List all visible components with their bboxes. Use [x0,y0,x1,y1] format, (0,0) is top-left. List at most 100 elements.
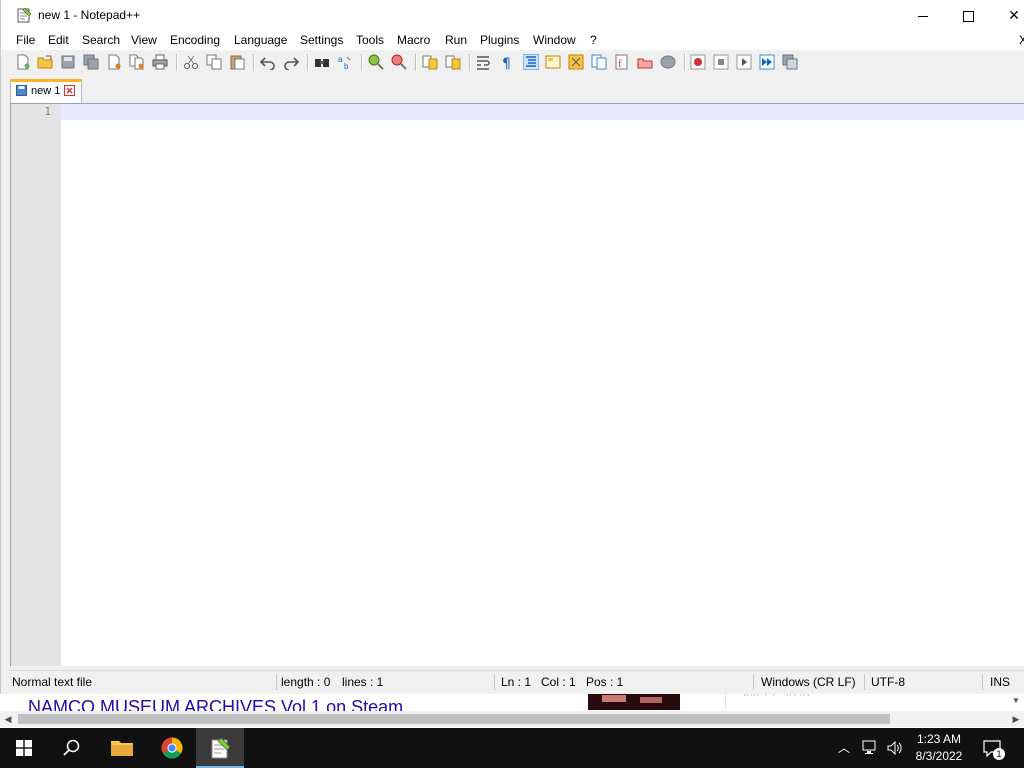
menu-language[interactable]: Language [234,33,287,47]
folder-as-workspace-icon[interactable]: f [614,54,630,70]
playback-macro-icon[interactable] [736,54,752,70]
background-link[interactable]: NAMCO MUSEUM ARCHIVES Vol 1 on Steam [28,697,403,711]
menu-run[interactable]: Run [445,33,467,47]
close-file-icon[interactable] [106,54,122,70]
network-icon[interactable] [862,739,880,757]
window-title: new 1 - Notepad++ [38,8,141,22]
record-macro-icon[interactable] [690,54,706,70]
redo-icon[interactable] [283,54,299,70]
status-position: Pos : 1 [586,675,624,689]
user-defined-language-icon[interactable] [545,54,561,70]
scrollbar-thumb[interactable] [18,714,890,724]
system-clock[interactable]: 1:23 AM 8/3/2022 [910,731,968,765]
close-button[interactable]: ✕ [991,0,1024,31]
cut-icon[interactable] [183,54,199,70]
tab-label: new 1 [31,85,61,97]
menu-window[interactable]: Window [533,33,576,47]
status-separator [864,674,865,690]
status-separator [753,674,754,690]
show-hidden-icons-icon[interactable]: ︿ [838,739,850,756]
taskbar: ︿ 1:23 AM 8/3/2022 1 [0,728,1024,768]
line-number: 1 [44,105,51,118]
scroll-right-arrow-icon[interactable]: ▶ [1008,711,1024,727]
menu-view[interactable]: View [131,33,157,47]
clock-date: 8/3/2022 [915,749,963,763]
paste-icon[interactable] [229,54,245,70]
status-insert-mode[interactable]: INS [990,671,1010,693]
toolbar-separator [415,54,417,71]
status-eol-format[interactable]: Windows (CR LF) [761,671,856,693]
editor-area[interactable]: 1 [10,103,1024,666]
open-file-icon[interactable] [37,54,53,70]
tab-close-icon[interactable] [64,85,75,96]
indent-guide-icon[interactable] [523,54,539,70]
stop-recording-icon[interactable] [713,54,729,70]
close-document-icon[interactable]: X [1019,33,1024,47]
sync-horizontal-icon[interactable] [445,54,461,70]
status-line: Ln : 1 [501,675,532,689]
toolbar-separator [469,54,471,71]
toolbar-separator [176,54,178,71]
notepadpp-icon [211,737,231,759]
copy-icon[interactable] [206,54,222,70]
document-map-icon[interactable] [568,54,584,70]
zoom-out-icon[interactable] [391,54,407,70]
undo-icon[interactable] [260,54,276,70]
notepadpp-window: new 1 - Notepad++ ✕ File Edit Search Vie… [0,0,1024,694]
menu-macro[interactable]: Macro [397,33,430,47]
scroll-left-arrow-icon[interactable]: ◀ [0,711,16,727]
close-icon: ✕ [1008,7,1020,23]
file-explorer-button[interactable] [98,728,146,768]
menu-encoding[interactable]: Encoding [170,33,220,47]
start-button[interactable] [0,728,48,768]
word-wrap-icon[interactable] [476,54,492,70]
scroll-down-arrow-icon[interactable]: ▼ [1012,696,1020,705]
show-all-characters-icon[interactable]: ¶ [499,54,515,70]
save-all-icon[interactable] [83,54,99,70]
tab-bar: new 1 [1,78,1024,103]
monitoring-icon[interactable] [637,54,653,70]
background-thumbnail [588,693,680,710]
function-list-icon[interactable] [591,54,607,70]
notepadpp-taskbar-button[interactable] [196,728,244,768]
status-length: length : 0 [281,675,331,689]
new-file-icon[interactable] [15,54,31,70]
run-macro-multiple-icon[interactable] [759,54,775,70]
sync-vertical-icon[interactable] [422,54,438,70]
volume-icon[interactable] [886,739,904,757]
status-file-type: Normal text file [12,675,93,689]
search-button[interactable] [48,728,96,768]
menu-settings[interactable]: Settings [300,33,343,47]
toolbar: ab ¶ f [1,50,1024,75]
close-all-icon[interactable] [129,54,145,70]
menu-plugins[interactable]: Plugins [480,33,519,47]
chrome-icon [161,737,183,759]
menu-help[interactable]: ? [590,33,597,47]
save-icon[interactable] [60,54,76,70]
doc-switcher-icon[interactable] [660,54,676,70]
unsaved-file-icon [16,85,27,96]
menu-file[interactable]: File [16,33,35,47]
chrome-button[interactable] [148,728,196,768]
svg-text:¶: ¶ [502,56,511,70]
menu-search[interactable]: Search [82,33,120,47]
menu-tools[interactable]: Tools [356,33,384,47]
line-number-gutter: 1 [11,104,61,666]
horizontal-scrollbar[interactable]: ◀ ▶ [0,711,1024,727]
maximize-button[interactable] [945,0,991,31]
svg-text:a: a [338,55,343,64]
menu-bar: File Edit Search View Encoding Language … [1,31,1024,50]
status-encoding[interactable]: UTF-8 [871,671,905,693]
notification-badge: 1 [993,748,1005,760]
save-macro-icon[interactable] [782,54,798,70]
minimize-button[interactable] [900,0,946,31]
print-icon[interactable] [152,54,168,70]
toolbar-separator [307,54,309,71]
tab-new-1[interactable]: new 1 [10,79,82,103]
current-line-highlight[interactable] [61,104,1024,120]
menu-edit[interactable]: Edit [48,33,69,47]
zoom-in-icon[interactable] [368,54,384,70]
find-icon[interactable] [314,54,330,70]
title-bar[interactable]: new 1 - Notepad++ ✕ [1,0,1024,31]
replace-icon[interactable]: ab [337,54,353,70]
